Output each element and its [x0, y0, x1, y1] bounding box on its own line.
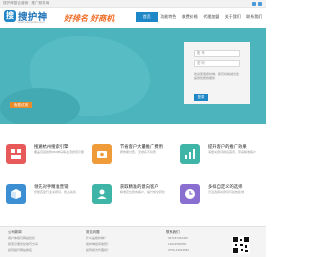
footer-link[interactable]: 什么是搜护神？ [86, 236, 107, 240]
nav-item-home[interactable]: 首页 [136, 12, 158, 22]
feature-desc: 精准定位意向客户，提升成交转化 [120, 190, 166, 194]
logo-icon[interactable]: 搜 [4, 10, 16, 22]
money-icon [92, 144, 112, 164]
footer-link[interactable]: 用户体验与网站优化 [8, 236, 35, 240]
footer [0, 226, 266, 257]
username-field[interactable]: 账 号 [194, 50, 240, 57]
nav-item-pricing[interactable]: 收费价格 [179, 12, 201, 22]
top-bar-links [252, 2, 262, 6]
login-note: 欢迎使用搜护神，我们将竭诚为您提供优质的服务 [194, 72, 240, 80]
feature-desc: 海量关键词排名首页，带来精准客户 [208, 150, 257, 154]
qr-code-icon [232, 236, 250, 254]
footer-news-title: 公司新闻 [8, 230, 22, 234]
nav-item-features[interactable]: 功能特色 [158, 12, 180, 22]
nav-item-contact[interactable]: 联系我们 [244, 12, 266, 22]
people-icon [92, 184, 112, 204]
footer-link[interactable]: 搜护神如何收费？ [86, 242, 110, 246]
brand-url: www.souhushen.com [18, 20, 45, 24]
login-panel: 账 号 密 码 欢迎使用搜护神，我们将竭诚为您提供优质的服务 登录 [184, 42, 250, 104]
feature-desc: 灵活选择关键词与投放区域 [208, 190, 245, 194]
feature-desc: 按效果付费，无排名不扣费 [120, 150, 157, 154]
footer-phone: 057187432460 [168, 236, 189, 240]
clock-icon [180, 184, 200, 204]
nav-item-agency[interactable]: 代理加盟 [201, 12, 223, 22]
footer-link[interactable]: 如何提升网站排名 [8, 248, 32, 252]
qq-icon[interactable] [258, 2, 262, 6]
footer-phone: 13621550650 [168, 242, 187, 246]
login-button[interactable]: 登录 [194, 94, 208, 101]
footer-phone: 0755-23913582 [168, 248, 190, 252]
footer-link[interactable]: 如何成为代理商？ [86, 248, 110, 252]
feature-desc: 覆盖百度搜狗360神马等主流搜索引擎 [34, 150, 85, 154]
main-nav: 首页 功能特色 收费价格 代理加盟 关于我们 联系我们 [136, 12, 265, 22]
top-bar: 搜护神整合营销 · 推广服务商 [0, 0, 266, 8]
footer-contact-title: 联系我们 [166, 230, 180, 234]
weibo-icon[interactable] [252, 2, 256, 6]
footer-link[interactable]: 搜索引擎优化技巧分享 [8, 242, 38, 246]
free-trial-button[interactable]: 免费试用 [10, 102, 32, 108]
slogan: 好排名 好商机 [64, 14, 115, 23]
password-field[interactable]: 密 码 [194, 60, 240, 67]
grid-icon [6, 144, 26, 164]
box-icon [6, 184, 26, 204]
chart-icon [180, 144, 200, 164]
footer-faq-title: 常见问题 [86, 230, 100, 234]
feature-desc: 智能匹配行业关键词，抢占先机 [34, 190, 77, 194]
nav-item-about[interactable]: 关于我们 [222, 12, 244, 22]
top-bar-text: 搜护神整合营销 · 推广服务商 [3, 1, 50, 5]
